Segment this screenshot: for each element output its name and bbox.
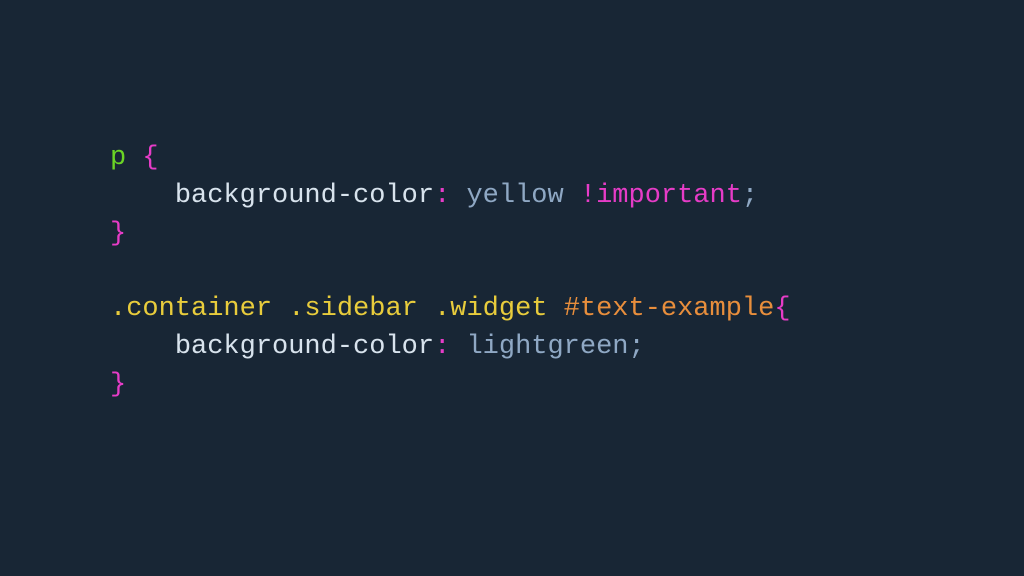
open-brace: {: [774, 294, 790, 324]
space: [564, 181, 580, 211]
indent: [110, 332, 175, 362]
code-block: p { background-color: yellow !important;…: [0, 0, 1024, 545]
class-selector: .sidebar: [288, 294, 418, 324]
colon: :: [434, 181, 450, 211]
semicolon: ;: [629, 332, 645, 362]
css-property: background-color: [175, 181, 434, 211]
space: [418, 294, 434, 324]
close-brace: }: [110, 370, 126, 400]
indent: [110, 181, 175, 211]
id-selector: #text-example: [564, 294, 775, 324]
open-brace: {: [142, 143, 158, 173]
space: [450, 181, 466, 211]
tag-selector: p: [110, 143, 126, 173]
css-property: background-color: [175, 332, 434, 362]
close-brace: }: [110, 219, 126, 249]
space: [450, 332, 466, 362]
semicolon: ;: [742, 181, 758, 211]
space: [272, 294, 288, 324]
class-selector: .widget: [434, 294, 547, 324]
class-selector: .container: [110, 294, 272, 324]
space: [547, 294, 563, 324]
space: [126, 143, 142, 173]
css-value: lightgreen: [466, 332, 628, 362]
important-keyword: !important: [580, 181, 742, 211]
colon: :: [434, 332, 450, 362]
css-value: yellow: [466, 181, 563, 211]
